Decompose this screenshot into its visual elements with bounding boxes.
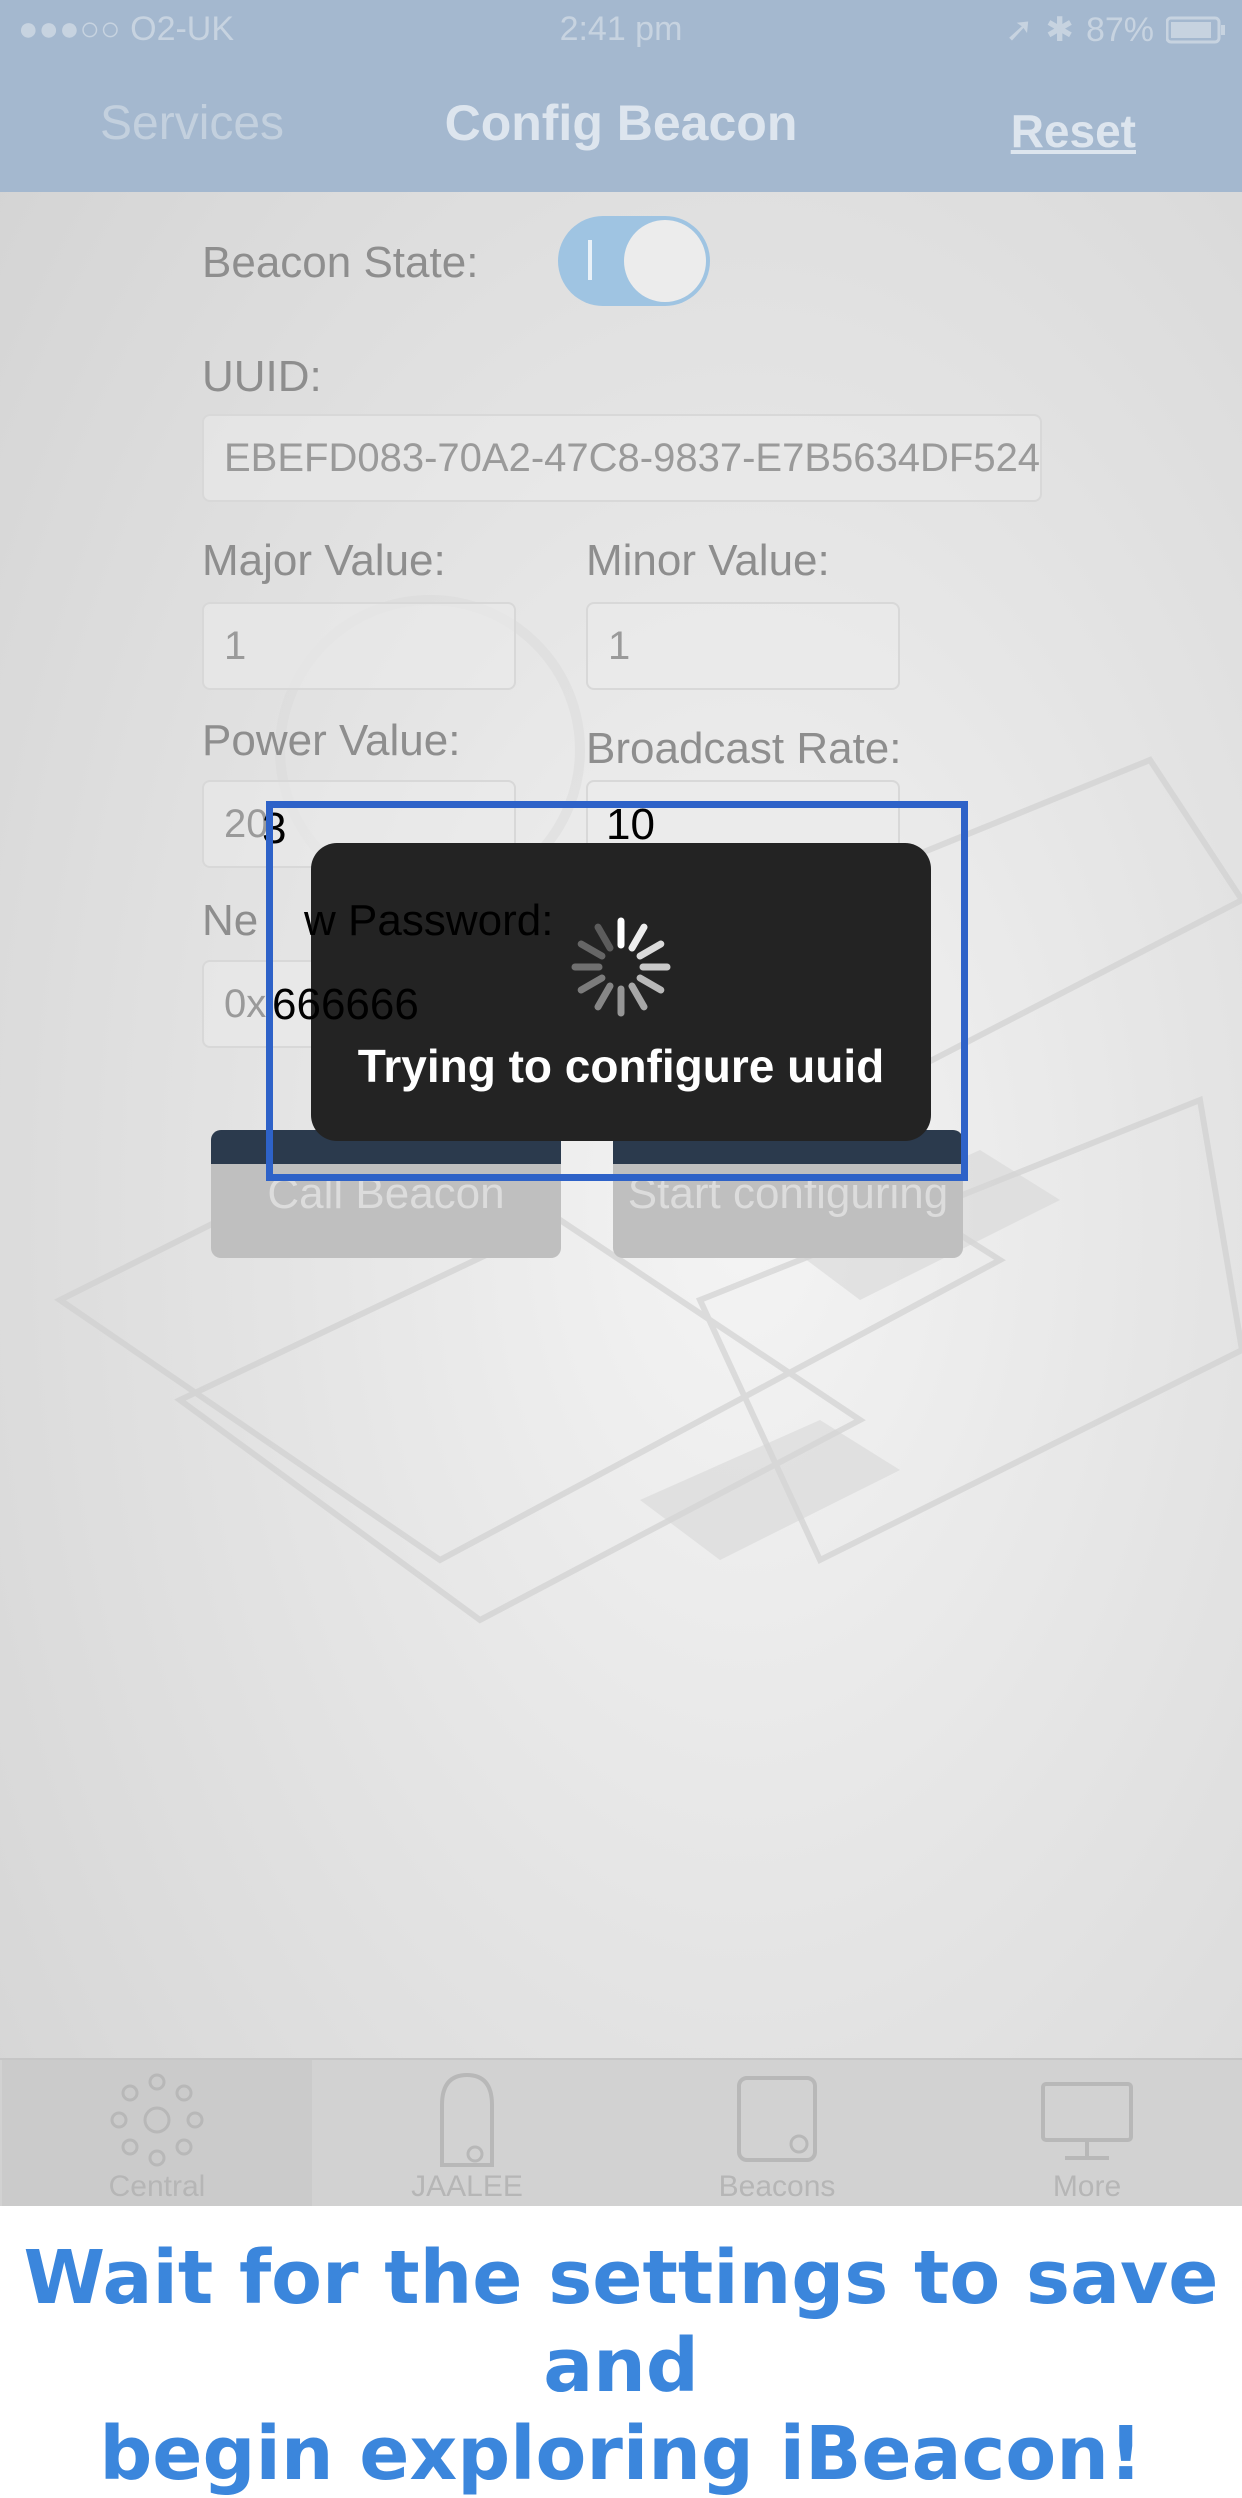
caption-line-1: Wait for the settings to save and xyxy=(23,2235,1219,2409)
uuid-label: UUID: xyxy=(202,352,322,401)
beacon-device-icon xyxy=(440,2072,494,2167)
tab-more[interactable]: More xyxy=(932,2060,1242,2206)
battery-indicator: ➚ ✱ 87% xyxy=(1005,10,1226,50)
new-password-label: Ne xyxy=(202,896,259,945)
tab-jaalee-label: JAALEE xyxy=(411,2170,523,2203)
major-value-label: Major Value: xyxy=(202,536,446,585)
status-bar: ●●●○○ O2-UK 2:41 pm ➚ ✱ 87% xyxy=(0,0,1242,60)
navigation-bar: Services Config Beacon Reset xyxy=(0,60,1242,192)
tab-central-label: Central xyxy=(108,2170,206,2203)
tab-beacons-label: Beacons xyxy=(718,2170,836,2203)
highlight-frame xyxy=(266,801,968,1181)
battery-icon xyxy=(1166,16,1225,44)
major-value-field[interactable]: 1 xyxy=(202,602,516,690)
password-value-text: 0x xyxy=(224,982,267,1026)
beacon-state-toggle[interactable] xyxy=(558,216,710,306)
promo-caption: Wait for the settings to save and begin … xyxy=(0,2206,1242,2497)
tab-more-label: More xyxy=(1052,2170,1122,2203)
battery-percent: 87% xyxy=(1085,10,1154,49)
broadcast-rate-label: Broadcast Rate: xyxy=(586,724,902,773)
reset-button[interactable]: Reset xyxy=(1011,104,1136,158)
caption-line-2: begin exploring iBeacon! xyxy=(99,2411,1143,2497)
tab-central[interactable]: Central xyxy=(2,2060,312,2206)
toggle-on-mark xyxy=(588,240,592,280)
minor-value-label: Minor Value: xyxy=(586,536,830,585)
location-arrow-icon: ➚ xyxy=(1004,11,1034,49)
tab-jaalee[interactable]: JAALEE xyxy=(312,2060,622,2206)
beacon-square-icon xyxy=(737,2076,817,2162)
uuid-field[interactable]: EBEFD083-70A2-47C8-9837-E7B5634DF524 xyxy=(202,414,1042,502)
tab-bar: Central JAALEE Beacons More xyxy=(0,2058,1242,2206)
toggle-knob xyxy=(624,220,706,302)
tab-beacons[interactable]: Beacons xyxy=(622,2060,932,2206)
monitor-icon xyxy=(1041,2082,1133,2160)
central-dots-icon xyxy=(110,2073,204,2167)
beacon-state-label: Beacon State: xyxy=(202,238,479,287)
bluetooth-icon: ✱ xyxy=(1045,11,1074,49)
minor-value-field[interactable]: 1 xyxy=(586,602,900,690)
power-value-label: Power Value: xyxy=(202,716,461,765)
app-screen: ●●●○○ O2-UK 2:41 pm ➚ ✱ 87% Services Con… xyxy=(0,0,1242,2206)
